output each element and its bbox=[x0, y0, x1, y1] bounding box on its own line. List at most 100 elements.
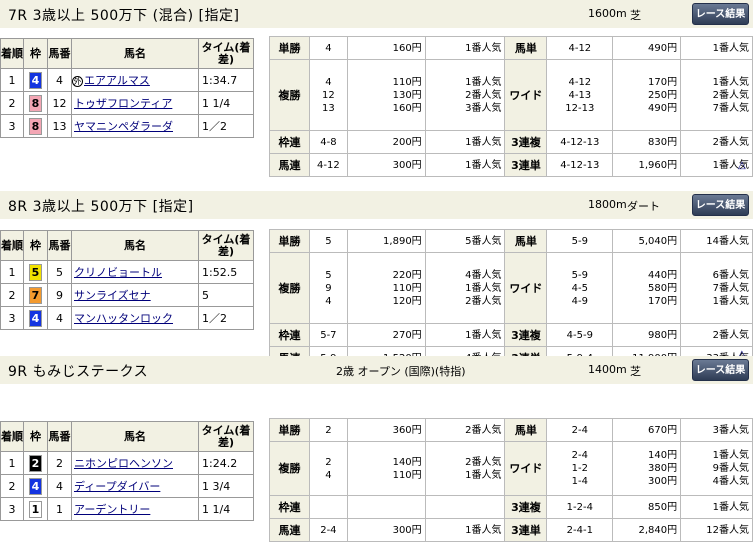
popularity-rank-cell: 3番人気 bbox=[680, 418, 753, 442]
payout-amount: 490円 bbox=[648, 102, 678, 114]
horse-name-cell: マンハッタンロック bbox=[71, 306, 199, 330]
back-to-top-icon[interactable]: △ bbox=[738, 160, 746, 171]
race-result-button[interactable]: レース結果 bbox=[692, 3, 749, 25]
bet-combination: 2-4 bbox=[571, 450, 588, 461]
horse-name-cell: サンライズセナ bbox=[71, 283, 199, 307]
race-class: 2歳 オープン (国際)(特指) bbox=[336, 365, 466, 378]
race-title: 9R もみじステークス bbox=[8, 364, 149, 380]
payout-amount-cell: 830円 bbox=[612, 130, 682, 154]
popularity-rank-cell: 1番人気 2番人気 3番人気 bbox=[424, 59, 506, 131]
race-title: 8R 3歳以上 500万下 [指定] bbox=[8, 199, 194, 215]
bet-combination: 12-13 bbox=[565, 102, 595, 114]
result-col-header: タイム(着差) bbox=[198, 230, 254, 261]
popularity-rank: 1番人気 bbox=[712, 295, 749, 307]
horse-name-link[interactable]: エアアルマス bbox=[84, 74, 150, 87]
payout-amount-cell: 300円 bbox=[346, 518, 426, 542]
payout-amount: 1,890円 bbox=[383, 235, 422, 247]
bet-combination-cell: 4 12 13 bbox=[308, 59, 348, 131]
waku-cell: 2 bbox=[23, 451, 48, 475]
result-row: 3 8 13 ヤマニンペダラーダ 1／2 bbox=[0, 114, 254, 138]
horse-number: 1 bbox=[47, 497, 72, 521]
result-col-header: タイム(着差) bbox=[198, 38, 254, 69]
popularity-rank: 1番人気 bbox=[465, 159, 502, 171]
finish-time: 1 1/4 bbox=[198, 497, 254, 521]
payout-amount: 830円 bbox=[648, 136, 678, 148]
waku-badge: 4 bbox=[29, 477, 42, 495]
result-col-header: 着順 bbox=[0, 421, 24, 452]
finish-position: 2 bbox=[0, 474, 24, 498]
payout-row: 枠連 3連複 1-2-4 850円 1番人気 bbox=[269, 495, 753, 519]
payout-amount-cell: 300円 bbox=[346, 153, 426, 177]
waku-badge: 4 bbox=[29, 309, 42, 327]
waku-cell: 4 bbox=[23, 306, 48, 330]
bet-type-label: 複勝 bbox=[269, 441, 310, 496]
race-result-button[interactable]: レース結果 bbox=[692, 359, 749, 381]
popularity-rank: 2番人気 bbox=[465, 295, 502, 307]
payout-table: 単勝 5 1,890円 5番人気 馬単 5-9 5,040円 14番人気 複勝 5 9 4 220円 11… bbox=[269, 229, 753, 370]
result-row: 2 4 4 ディープダイバー 1 3/4 bbox=[0, 474, 254, 498]
horse-name-link[interactable]: トゥザフロンティア bbox=[72, 97, 172, 110]
bet-type-label: 枠連 bbox=[269, 495, 310, 519]
bet-combination: 2-4-1 bbox=[566, 524, 593, 536]
bet-combination-cell: 5-9 4-5 4-9 bbox=[546, 252, 614, 324]
waku-cell: 1 bbox=[23, 497, 48, 521]
finish-position: 1 bbox=[0, 260, 24, 284]
race-result-button[interactable]: レース結果 bbox=[692, 194, 749, 216]
waku-cell: 7 bbox=[23, 283, 48, 307]
horse-number: 4 bbox=[47, 68, 72, 92]
bet-combination-cell: 4-12 bbox=[308, 153, 348, 177]
payout-amount-cell: 980円 bbox=[612, 323, 682, 347]
popularity-rank-cell: 4番人気 1番人気 2番人気 bbox=[424, 252, 506, 324]
bet-combination-cell: 4-5-9 bbox=[546, 323, 614, 347]
waku-cell: 4 bbox=[23, 68, 48, 92]
bet-combination: 4-12-13 bbox=[560, 136, 600, 148]
race-distance: 1400m bbox=[588, 363, 627, 376]
payout-row: 単勝 2 360円 2番人気 馬単 2-4 670円 3番人気 bbox=[269, 418, 753, 442]
waku-cell: 8 bbox=[23, 114, 48, 138]
result-col-header: 枠 bbox=[23, 230, 48, 261]
horse-name-link[interactable]: ニホンピロヘンソン bbox=[72, 457, 173, 470]
payout-amount: 300円 bbox=[392, 524, 422, 536]
result-col-header: 馬名 bbox=[71, 421, 199, 452]
result-row: 1 5 5 クリノビョートル 1:52.5 bbox=[0, 260, 254, 284]
popularity-rank: 6番人気 bbox=[712, 269, 749, 281]
waku-cell: 5 bbox=[23, 260, 48, 284]
horse-name-link[interactable]: クリノビョートル bbox=[72, 266, 162, 279]
horse-name-link[interactable]: サンライズセナ bbox=[72, 289, 151, 302]
payout-amount: 160円 bbox=[392, 42, 422, 54]
popularity-rank-cell: 1番人気 bbox=[424, 36, 506, 60]
popularity-rank: 1番人気 bbox=[465, 329, 502, 341]
payout-row: 複勝 5 9 4 220円 110円 120円 4番人気 1番人気 2番人気 ワイド 5-9 4-5 4-… bbox=[269, 252, 753, 324]
payout-amount: 110円 bbox=[392, 76, 422, 88]
payout-amount-cell: 2,840円 bbox=[612, 518, 682, 542]
horse-name-link[interactable]: ヤマニンペダラーダ bbox=[72, 120, 173, 133]
payout-amount: 160円 bbox=[392, 102, 422, 114]
payout-amount: 670円 bbox=[648, 424, 678, 436]
finish-time: 1:24.2 bbox=[198, 451, 254, 475]
bet-combination: 4 bbox=[325, 469, 332, 481]
horse-number: 12 bbox=[47, 91, 72, 115]
race-header: 8R 3歳以上 500万下 [指定] 1800m ダート レース結果 bbox=[0, 191, 753, 219]
finish-time: 1／2 bbox=[198, 306, 254, 330]
horse-name-cell: ニホンピロヘンソン bbox=[71, 451, 199, 475]
race-section: 8R 3歳以上 500万下 [指定] 1800m ダート レース結果 着順枠馬番 馬名 タイ… bbox=[0, 191, 753, 371]
horse-name-link[interactable]: ディープダイバー bbox=[72, 480, 160, 493]
popularity-rank: 1番人気 bbox=[465, 42, 502, 54]
result-col-header: 着順 bbox=[0, 230, 24, 261]
horse-name-link[interactable]: アーデントリー bbox=[72, 503, 150, 516]
horse-name-link[interactable]: マンハッタンロック bbox=[72, 312, 173, 325]
payout-amount-cell bbox=[346, 495, 426, 519]
popularity-rank: 1番人気 bbox=[712, 76, 749, 88]
result-row: 2 8 12 トゥザフロンティア 1 1/4 bbox=[0, 91, 254, 115]
payout-amount: 1,960円 bbox=[638, 159, 678, 171]
popularity-rank-cell: 1番人気 bbox=[680, 495, 753, 519]
popularity-rank-cell: 1番人気 9番人気 4番人気 bbox=[680, 441, 753, 496]
bet-combination: 4-12-13 bbox=[560, 159, 600, 171]
bet-combination: 2 bbox=[325, 424, 332, 436]
result-header-row: 着順枠馬番 馬名 タイム(着差) bbox=[0, 230, 254, 261]
bet-combination: 2-4 bbox=[320, 524, 337, 536]
finish-position: 2 bbox=[0, 91, 24, 115]
horse-number: 4 bbox=[47, 306, 72, 330]
popularity-rank: 14番人気 bbox=[706, 235, 749, 247]
payout-amount-cell: 440円 580円 170円 bbox=[612, 252, 682, 324]
